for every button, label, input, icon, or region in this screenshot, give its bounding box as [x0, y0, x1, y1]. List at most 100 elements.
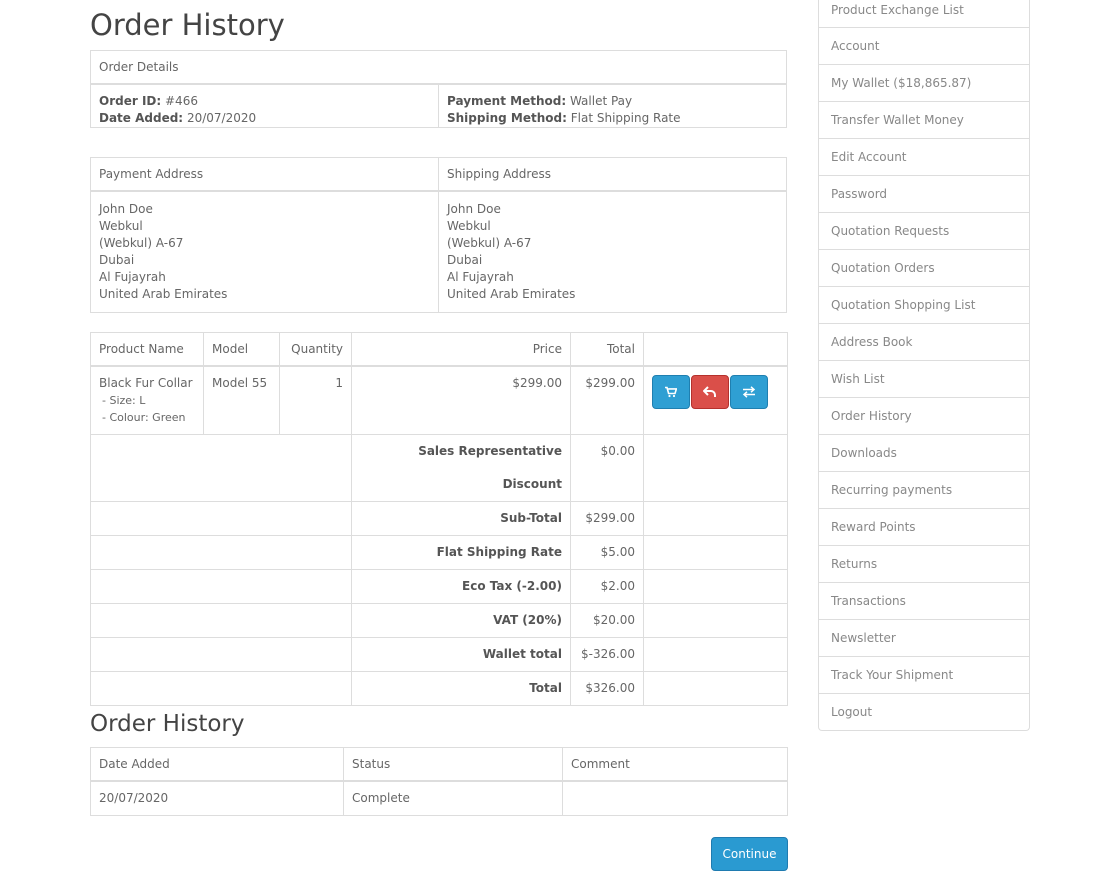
products-table: Product Name Model Quantity Price Total … [90, 332, 788, 706]
totals-row-total: Total $326.00 [90, 670, 788, 706]
table-row: 20/07/2020 Complete [90, 780, 788, 816]
order-details-heading: Order Details [90, 50, 787, 85]
totals-value: $20.00 [570, 602, 644, 638]
sidebar-item-account[interactable]: Account [818, 28, 1030, 65]
totals-row-wallet: Wallet total $-326.00 [90, 636, 788, 672]
col-product-name: Product Name [90, 332, 204, 367]
product-name: Black Fur Collar [99, 376, 193, 390]
payment-address: John Doe Webkul (Webkul) A-67 Dubai Al F… [90, 190, 439, 313]
sidebar-item-downloads[interactable]: Downloads [818, 435, 1030, 472]
address-line: Webkul [99, 219, 143, 233]
sidebar-item-newsletter[interactable]: Newsletter [818, 620, 1030, 657]
history-status: Complete [343, 780, 563, 816]
payment-address-heading: Payment Address [90, 157, 439, 192]
totals-value: $326.00 [570, 670, 644, 706]
product-actions [643, 365, 788, 435]
col-actions [643, 332, 788, 367]
order-id-label: Order ID: [99, 94, 162, 108]
sidebar-item-recurring-payments[interactable]: Recurring payments [818, 472, 1030, 509]
sidebar-item-address-book[interactable]: Address Book [818, 324, 1030, 361]
address-table: Payment Address Shipping Address John Do… [90, 157, 787, 313]
shipping-address-heading: Shipping Address [438, 157, 787, 192]
sidebar-item-order-history[interactable]: Order History [818, 398, 1030, 435]
address-line: John Doe [447, 202, 501, 216]
totals-value: $0.00 [570, 433, 644, 502]
address-line: United Arab Emirates [447, 287, 576, 301]
method-info-cell: Payment Method: Wallet Pay Shipping Meth… [438, 83, 787, 128]
shipping-method: Flat Shipping Rate [570, 111, 681, 125]
exchange-button[interactable] [730, 375, 768, 409]
product-quantity: 1 [279, 365, 352, 435]
order-id: #466 [165, 94, 198, 108]
reorder-button[interactable] [652, 375, 690, 409]
totals-value: $5.00 [570, 534, 644, 570]
reply-icon [703, 386, 716, 397]
date-added-label: Date Added: [99, 111, 184, 125]
totals-label: Wallet total [351, 636, 571, 672]
sidebar-item-reward-points[interactable]: Reward Points [818, 509, 1030, 546]
sidebar-item-quotation-requests[interactable]: Quotation Requests [818, 213, 1030, 250]
totals-label: Eco Tax (-2.00) [351, 568, 571, 604]
order-history-table: Date Added Status Comment 20/07/2020 Com… [90, 747, 788, 816]
product-model: Model 55 [203, 365, 280, 435]
shipping-address: John Doe Webkul (Webkul) A-67 Dubai Al F… [438, 190, 787, 313]
address-line: Webkul [447, 219, 491, 233]
address-line: Dubai [99, 253, 135, 267]
sidebar-item-track-your-shipment[interactable]: Track Your Shipment [818, 657, 1030, 694]
col-total: Total [570, 332, 644, 367]
product-total: $299.00 [570, 365, 644, 435]
payment-method: Wallet Pay [569, 94, 633, 108]
totals-label: Sales Representative Discount [351, 433, 571, 502]
table-row: Black Fur Collar - Size: L - Colour: Gre… [90, 365, 788, 435]
sidebar-item-quotation-shopping-list[interactable]: Quotation Shopping List [818, 287, 1030, 324]
col-comment: Comment [562, 747, 788, 782]
product-option-colour: - Colour: Green [102, 411, 186, 424]
sidebar-item-transactions[interactable]: Transactions [818, 583, 1030, 620]
cart-icon [665, 386, 677, 398]
col-price: Price [351, 332, 571, 367]
product-price: $299.00 [351, 365, 571, 435]
col-status: Status [343, 747, 563, 782]
shipping-method-label: Shipping Method: [447, 111, 567, 125]
totals-label: Total [351, 670, 571, 706]
sidebar-item-transfer-wallet-money[interactable]: Transfer Wallet Money [818, 102, 1030, 139]
date-added: 20/07/2020 [186, 111, 257, 125]
totals-value: $299.00 [570, 500, 644, 536]
totals-row-discount: Sales Representative Discount $0.00 [90, 433, 788, 502]
col-date-added: Date Added [90, 747, 344, 782]
sidebar-item-product-exchange-list[interactable]: Product Exchange List [818, 0, 1030, 28]
sidebar-item-returns[interactable]: Returns [818, 546, 1030, 583]
order-info-cell: Order ID: #466 Date Added: 20/07/2020 [90, 83, 439, 128]
address-line: Dubai [447, 253, 483, 267]
col-quantity: Quantity [279, 332, 352, 367]
sidebar-item-my-wallet[interactable]: My Wallet ($18,865.87) [818, 65, 1030, 102]
address-line: John Doe [99, 202, 153, 216]
sidebar-item-wish-list[interactable]: Wish List [818, 361, 1030, 398]
address-line: Al Fujayrah [99, 270, 166, 284]
page-title: Order History [90, 8, 285, 42]
product-option-size: - Size: L [102, 394, 146, 407]
totals-label: VAT (20%) [351, 602, 571, 638]
product-name-cell: Black Fur Collar - Size: L - Colour: Gre… [90, 365, 204, 435]
order-history-heading: Order History [90, 711, 245, 737]
totals-row-vat: VAT (20%) $20.00 [90, 602, 788, 638]
totals-label: Sub-Total [351, 500, 571, 536]
totals-row-eco-tax: Eco Tax (-2.00) $2.00 [90, 568, 788, 604]
sidebar-item-edit-account[interactable]: Edit Account [818, 139, 1030, 176]
exchange-icon [742, 386, 756, 398]
totals-row-shipping: Flat Shipping Rate $5.00 [90, 534, 788, 570]
address-line: (Webkul) A-67 [447, 236, 532, 250]
address-line: United Arab Emirates [99, 287, 228, 301]
totals-label: Flat Shipping Rate [351, 534, 571, 570]
return-button[interactable] [691, 375, 729, 409]
sidebar-item-password[interactable]: Password [818, 176, 1030, 213]
continue-button[interactable]: Continue [711, 837, 788, 871]
address-line: (Webkul) A-67 [99, 236, 184, 250]
sidebar-item-logout[interactable]: Logout [818, 694, 1030, 731]
payment-method-label: Payment Method: [447, 94, 567, 108]
address-line: Al Fujayrah [447, 270, 514, 284]
totals-value: $-326.00 [570, 636, 644, 672]
order-details-table: Order Details Order ID: #466 Date Added:… [90, 50, 787, 128]
sidebar-item-quotation-orders[interactable]: Quotation Orders [818, 250, 1030, 287]
history-date: 20/07/2020 [90, 780, 344, 816]
